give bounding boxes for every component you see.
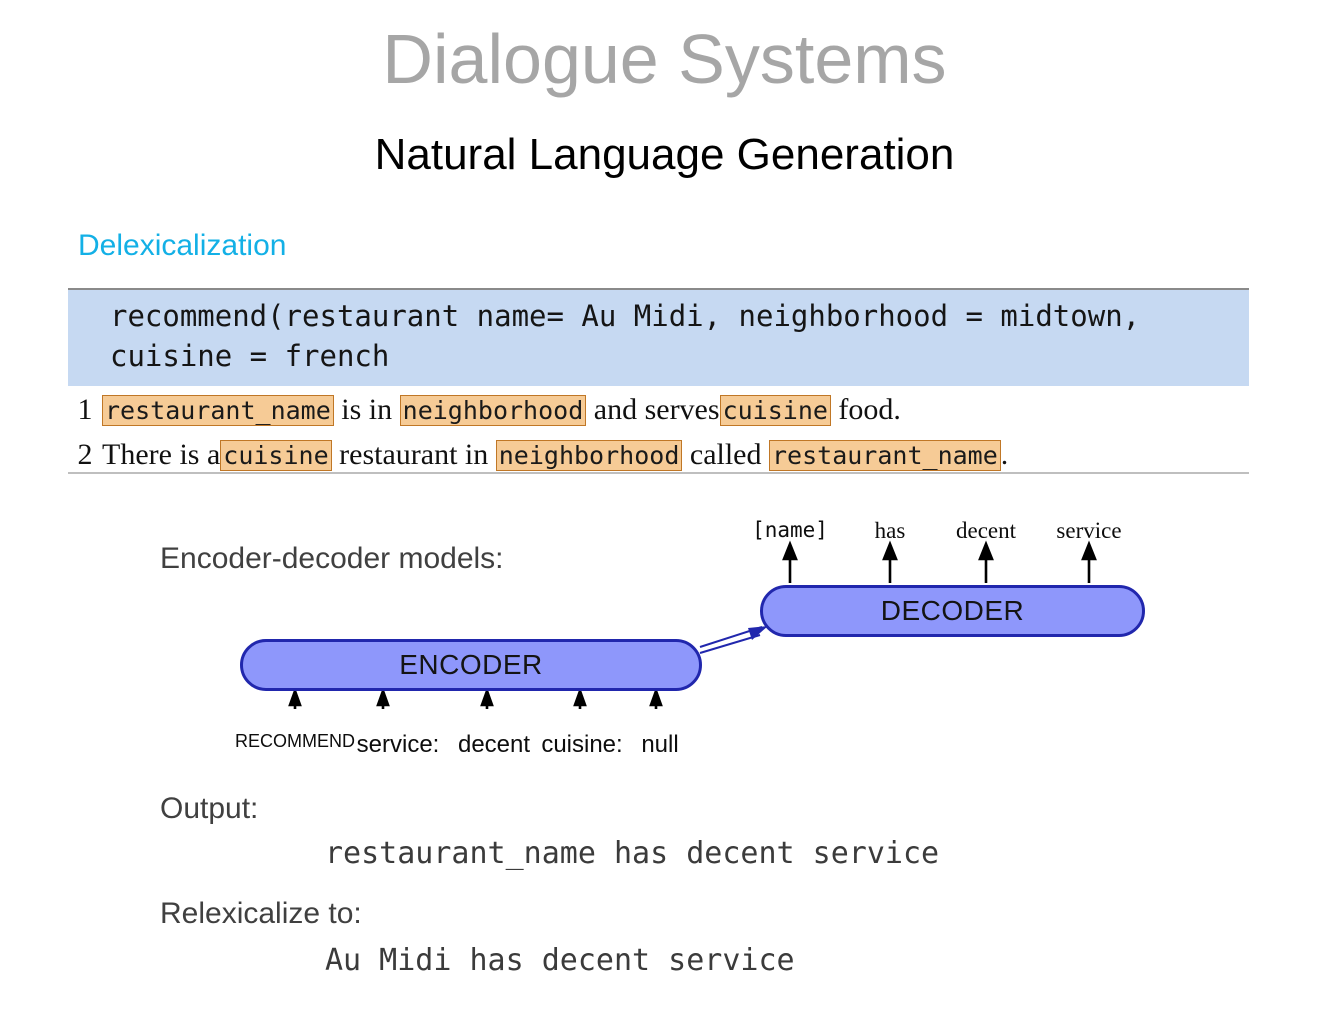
decoder-output-label: service <box>1056 518 1122 543</box>
encoder-decoder-diagram: ENCODER DECODER RECOMMEND service: decent c… <box>0 495 1329 785</box>
relexicalize-label: Relexicalize to: <box>160 897 362 930</box>
example-text: restaurant_name is in neighborhood and s… <box>102 390 901 431</box>
mr-line-2: cuisine = french <box>110 339 390 373</box>
decoder-box: DECODER <box>760 585 1145 637</box>
plain-text: is in <box>333 393 400 426</box>
slot-token: cuisine <box>220 440 332 471</box>
slot-token: cuisine <box>719 395 831 426</box>
example-list: 1 restaurant_name is in neighborhood and … <box>68 390 1249 476</box>
slot-token: neighborhood <box>399 395 587 426</box>
meaning-representation-box: recommend(restaurant name= Au Midi, neig… <box>68 290 1249 386</box>
page-title: Dialogue Systems <box>382 20 947 98</box>
encoder-input-label: null <box>641 731 679 758</box>
example-number: 2 <box>77 438 93 471</box>
relexicalize-value: Au Midi has decent service <box>325 943 795 978</box>
encoder-input-label: cuisine: <box>541 731 623 758</box>
encoder-box: ENCODER <box>240 639 702 691</box>
plain-text: restaurant in <box>331 438 496 471</box>
example-row: 2 There is a cuisine restaurant in neighbo… <box>68 435 1249 476</box>
plain-text: and serves <box>586 393 720 426</box>
page-subtitle: Natural Language Generation <box>374 130 955 179</box>
example-number: 1 <box>77 393 93 426</box>
encoder-input-label: decent <box>457 731 531 758</box>
encoder-input-label: RECOMMEND <box>235 731 355 751</box>
example-row: 1 restaurant_name is in neighborhood and … <box>68 390 1249 431</box>
plain-text: called <box>682 438 769 471</box>
encoder-input-label: service: <box>356 731 440 758</box>
slot-token: restaurant_name <box>769 440 1001 471</box>
output-value: restaurant_name has decent service <box>325 836 940 871</box>
mr-line-1: recommend(restaurant name= Au Midi, neig… <box>110 299 1141 333</box>
slot-token: neighborhood <box>495 440 683 471</box>
figure-bottom-rule <box>68 472 1249 474</box>
decoder-output-label: [name] <box>752 518 828 542</box>
decoder-output-label: decent <box>955 518 1017 543</box>
plain-text: food. <box>830 393 901 426</box>
slot-token: restaurant_name <box>102 395 334 426</box>
output-label: Output: <box>160 792 259 825</box>
plain-text: There is a <box>102 438 221 471</box>
example-text: There is a cuisine restaurant in neighbor… <box>102 435 1008 476</box>
section-heading: Delexicalization <box>78 229 287 262</box>
delexicalization-figure: recommend(restaurant name= Au Midi, neig… <box>68 288 1249 476</box>
plain-text: . <box>1000 438 1009 471</box>
decoder-output-label: has <box>874 518 906 543</box>
slide-canvas: Dialogue Systems Natural Language Genera… <box>0 0 1329 1018</box>
